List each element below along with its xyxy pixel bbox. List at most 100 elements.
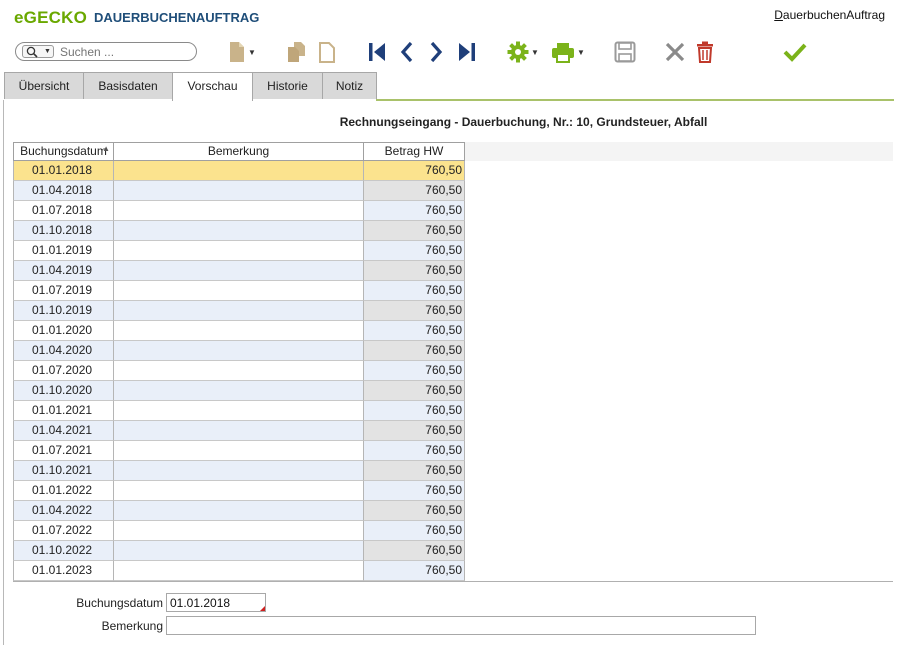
table-row[interactable]: 01.01.2018 760,50 bbox=[13, 161, 465, 181]
table-row[interactable]: 01.01.2020 760,50 bbox=[13, 321, 465, 341]
table-row[interactable]: 01.01.2021 760,50 bbox=[13, 401, 465, 421]
table-row[interactable]: 01.07.2018 760,50 bbox=[13, 201, 465, 221]
next-record-button[interactable] bbox=[424, 38, 448, 66]
cell-bemerkung[interactable] bbox=[113, 361, 363, 381]
table-row[interactable]: 01.04.2022 760,50 bbox=[13, 501, 465, 521]
table-row[interactable]: 01.10.2022 760,50 bbox=[13, 541, 465, 561]
table-row[interactable]: 01.04.2018 760,50 bbox=[13, 181, 465, 201]
cell-betrag-hw[interactable]: 760,50 bbox=[363, 381, 465, 401]
cell-buchungsdatum[interactable]: 01.07.2021 bbox=[13, 441, 113, 461]
cell-betrag-hw[interactable]: 760,50 bbox=[363, 241, 465, 261]
table-row[interactable]: 01.01.2023 760,50 bbox=[13, 561, 465, 581]
last-record-button[interactable] bbox=[454, 38, 480, 66]
settings-button[interactable]: ▼ bbox=[503, 38, 543, 66]
cell-bemerkung[interactable] bbox=[113, 421, 363, 441]
cell-buchungsdatum[interactable]: 01.07.2020 bbox=[13, 361, 113, 381]
cell-buchungsdatum[interactable]: 01.01.2021 bbox=[13, 401, 113, 421]
cell-betrag-hw[interactable]: 760,50 bbox=[363, 541, 465, 561]
cell-betrag-hw[interactable]: 760,50 bbox=[363, 521, 465, 541]
window-title-link[interactable]: DauerbuchenAuftrag bbox=[774, 8, 885, 22]
cell-betrag-hw[interactable]: 760,50 bbox=[363, 481, 465, 501]
tab-uebersicht[interactable]: Übersicht bbox=[4, 72, 84, 99]
table-row[interactable]: 01.01.2022 760,50 bbox=[13, 481, 465, 501]
cell-bemerkung[interactable] bbox=[113, 561, 363, 581]
cell-bemerkung[interactable] bbox=[113, 381, 363, 401]
copy-button[interactable] bbox=[283, 38, 311, 66]
cell-betrag-hw[interactable]: 760,50 bbox=[363, 261, 465, 281]
cell-buchungsdatum[interactable]: 01.01.2018 bbox=[13, 161, 113, 181]
cancel-button[interactable] bbox=[662, 38, 688, 66]
cell-buchungsdatum[interactable]: 01.10.2021 bbox=[13, 461, 113, 481]
cell-betrag-hw[interactable]: 760,50 bbox=[363, 201, 465, 221]
cell-bemerkung[interactable] bbox=[113, 441, 363, 461]
cell-buchungsdatum[interactable]: 01.10.2018 bbox=[13, 221, 113, 241]
table-row[interactable]: 01.07.2019 760,50 bbox=[13, 281, 465, 301]
cell-bemerkung[interactable] bbox=[113, 181, 363, 201]
cell-betrag-hw[interactable]: 760,50 bbox=[363, 561, 465, 581]
delete-button[interactable] bbox=[692, 38, 718, 66]
column-header-buchungsdatum[interactable]: Buchungsdatum ▲ bbox=[13, 142, 113, 161]
cell-bemerkung[interactable] bbox=[113, 161, 363, 181]
cell-betrag-hw[interactable]: 760,50 bbox=[363, 321, 465, 341]
table-row[interactable]: 01.04.2021 760,50 bbox=[13, 421, 465, 441]
paste-button[interactable] bbox=[315, 38, 339, 66]
tab-basisdaten[interactable]: Basisdaten bbox=[83, 72, 173, 99]
buchungsdatum-field[interactable] bbox=[166, 593, 266, 612]
table-row[interactable]: 01.01.2019 760,50 bbox=[13, 241, 465, 261]
cell-buchungsdatum[interactable]: 01.01.2022 bbox=[13, 481, 113, 501]
bemerkung-field[interactable] bbox=[166, 616, 756, 635]
search-input[interactable] bbox=[60, 44, 190, 59]
cell-bemerkung[interactable] bbox=[113, 321, 363, 341]
cell-betrag-hw[interactable]: 760,50 bbox=[363, 281, 465, 301]
table-row[interactable]: 01.07.2021 760,50 bbox=[13, 441, 465, 461]
cell-bemerkung[interactable] bbox=[113, 401, 363, 421]
cell-buchungsdatum[interactable]: 01.01.2019 bbox=[13, 241, 113, 261]
cell-betrag-hw[interactable]: 760,50 bbox=[363, 221, 465, 241]
cell-betrag-hw[interactable]: 760,50 bbox=[363, 441, 465, 461]
cell-buchungsdatum[interactable]: 01.07.2019 bbox=[13, 281, 113, 301]
table-row[interactable]: 01.07.2020 760,50 bbox=[13, 361, 465, 381]
first-record-button[interactable] bbox=[365, 38, 389, 66]
table-row[interactable]: 01.04.2019 760,50 bbox=[13, 261, 465, 281]
cell-bemerkung[interactable] bbox=[113, 281, 363, 301]
column-header-betrag-hw[interactable]: Betrag HW bbox=[363, 142, 465, 161]
cell-buchungsdatum[interactable]: 01.04.2018 bbox=[13, 181, 113, 201]
cell-betrag-hw[interactable]: 760,50 bbox=[363, 501, 465, 521]
cell-buchungsdatum[interactable]: 01.10.2019 bbox=[13, 301, 113, 321]
cell-bemerkung[interactable] bbox=[113, 481, 363, 501]
save-button[interactable] bbox=[611, 38, 639, 66]
tab-notiz[interactable]: Notiz bbox=[322, 72, 377, 99]
cell-buchungsdatum[interactable]: 01.10.2022 bbox=[13, 541, 113, 561]
cell-bemerkung[interactable] bbox=[113, 461, 363, 481]
cell-bemerkung[interactable] bbox=[113, 501, 363, 521]
cell-bemerkung[interactable] bbox=[113, 301, 363, 321]
column-header-bemerkung[interactable]: Bemerkung bbox=[113, 142, 363, 161]
table-row[interactable]: 01.04.2020 760,50 bbox=[13, 341, 465, 361]
cell-bemerkung[interactable] bbox=[113, 541, 363, 561]
cell-bemerkung[interactable] bbox=[113, 341, 363, 361]
cell-bemerkung[interactable] bbox=[113, 201, 363, 221]
cell-betrag-hw[interactable]: 760,50 bbox=[363, 461, 465, 481]
tab-vorschau[interactable]: Vorschau bbox=[172, 72, 253, 101]
table-row[interactable]: 01.10.2018 760,50 bbox=[13, 221, 465, 241]
cell-buchungsdatum[interactable]: 01.07.2018 bbox=[13, 201, 113, 221]
cell-buchungsdatum[interactable]: 01.04.2019 bbox=[13, 261, 113, 281]
cell-buchungsdatum[interactable]: 01.01.2023 bbox=[13, 561, 113, 581]
cell-buchungsdatum[interactable]: 01.04.2021 bbox=[13, 421, 113, 441]
cell-betrag-hw[interactable]: 760,50 bbox=[363, 301, 465, 321]
cell-betrag-hw[interactable]: 760,50 bbox=[363, 341, 465, 361]
cell-betrag-hw[interactable]: 760,50 bbox=[363, 401, 465, 421]
cell-betrag-hw[interactable]: 760,50 bbox=[363, 421, 465, 441]
search-mode-dropdown[interactable]: ▼ bbox=[22, 45, 54, 58]
table-row[interactable]: 01.07.2022 760,50 bbox=[13, 521, 465, 541]
cell-buchungsdatum[interactable]: 01.01.2020 bbox=[13, 321, 113, 341]
cell-buchungsdatum[interactable]: 01.10.2020 bbox=[13, 381, 113, 401]
cell-bemerkung[interactable] bbox=[113, 241, 363, 261]
table-row[interactable]: 01.10.2020 760,50 bbox=[13, 381, 465, 401]
cell-bemerkung[interactable] bbox=[113, 261, 363, 281]
previous-record-button[interactable] bbox=[395, 38, 419, 66]
cell-betrag-hw[interactable]: 760,50 bbox=[363, 181, 465, 201]
cell-buchungsdatum[interactable]: 01.04.2022 bbox=[13, 501, 113, 521]
print-button[interactable]: ▼ bbox=[547, 38, 589, 66]
cell-betrag-hw[interactable]: 760,50 bbox=[363, 361, 465, 381]
